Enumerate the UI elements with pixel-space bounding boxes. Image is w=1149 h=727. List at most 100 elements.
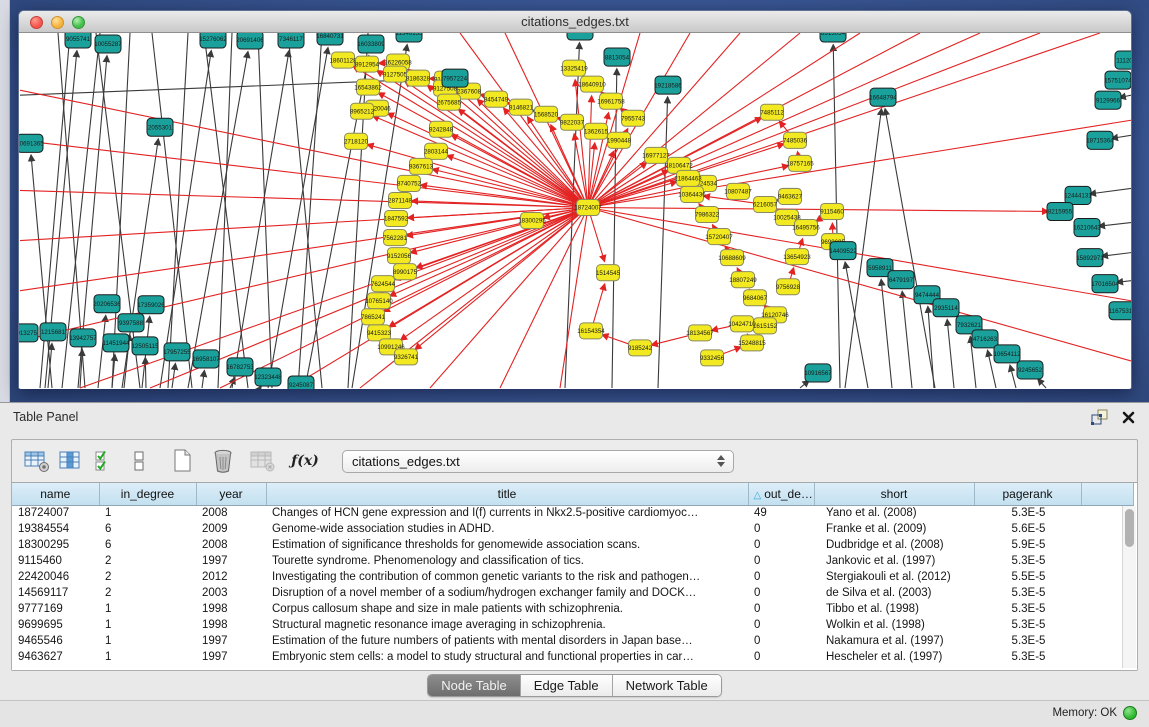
- cell-short[interactable]: Tibbo et al. (1998): [814, 601, 974, 617]
- cell-pagerank[interactable]: 5.3E-5: [974, 553, 1081, 569]
- graph-node-10364436[interactable]: 10364436: [678, 186, 706, 202]
- graph-node-6479197[interactable]: 6479197: [888, 271, 914, 289]
- cell-title[interactable]: Investigating the contribution of common…: [266, 569, 748, 585]
- graph-node-9127505[interactable]: 9127505: [383, 66, 408, 82]
- graph-node-17016504[interactable]: 17016504: [1091, 275, 1119, 293]
- cell-short[interactable]: Nakamura et al. (1997): [814, 633, 974, 649]
- graph-edge[interactable]: [1099, 223, 1131, 227]
- graph-node-16154354[interactable]: 16154354: [577, 323, 605, 339]
- graph-node-16977127[interactable]: 16977127: [642, 147, 670, 163]
- table-row[interactable]: 2242004622012Investigating the contribut…: [12, 569, 1133, 585]
- graph-node-9332456[interactable]: 9332456: [700, 350, 725, 366]
- graph-edge[interactable]: [1117, 281, 1131, 283]
- graph-edge[interactable]: [928, 307, 934, 388]
- graph-edge[interactable]: [31, 155, 52, 388]
- cell-in_degree[interactable]: 2: [99, 569, 196, 585]
- graph-node-15751074[interactable]: 15751074: [1104, 71, 1131, 89]
- cell-pagerank[interactable]: 5.5E-5: [974, 569, 1081, 585]
- graph-node-1215681[interactable]: 1215681: [40, 323, 66, 341]
- table-settings-icon[interactable]: [22, 447, 52, 475]
- graph-node-9055741[interactable]: 9055741: [65, 33, 91, 48]
- graph-node-1568520[interactable]: 1568520: [534, 106, 559, 122]
- cell-in_degree[interactable]: 1: [99, 601, 196, 617]
- cell-year[interactable]: 2008: [196, 505, 266, 521]
- show-columns-icon[interactable]: [56, 447, 86, 475]
- graph-node-11675311[interactable]: 11675311: [1109, 302, 1131, 320]
- cell-out_de…[interactable]: 0: [748, 537, 814, 553]
- graph-node-19218586[interactable]: 19218586: [654, 76, 682, 94]
- graph-node-17957255[interactable]: 17957255: [163, 343, 191, 361]
- graph-node-8813054[interactable]: 8813054: [604, 48, 630, 66]
- cell-year[interactable]: 2003: [196, 585, 266, 601]
- table-row[interactable]: 911546021997Tourette syndrome. Phenomeno…: [12, 553, 1133, 569]
- graph-edge[interactable]: [20, 207, 588, 240]
- cell-short[interactable]: Jankovic et al. (1997): [814, 553, 974, 569]
- graph-node-8572301[interactable]: 8572301: [567, 33, 593, 40]
- cell-in_degree[interactable]: 1: [99, 633, 196, 649]
- cell-name[interactable]: 9463627: [12, 649, 99, 665]
- cell-title[interactable]: Estimation of significance thresholds fo…: [266, 537, 748, 553]
- graph-node-7957224[interactable]: 7957224: [442, 69, 468, 87]
- column-header-in_degree[interactable]: in_degree: [99, 483, 196, 505]
- cell-year[interactable]: 1998: [196, 617, 266, 633]
- graph-node-16495756[interactable]: 16495756: [792, 220, 820, 236]
- graph-node-12505115[interactable]: 12505115: [131, 337, 159, 355]
- select-all-icon[interactable]: [90, 447, 120, 475]
- cell-in_degree[interactable]: 1: [99, 649, 196, 665]
- graph-node-13325419[interactable]: 13325419: [560, 60, 588, 76]
- graph-node-21864463[interactable]: 21864463: [674, 170, 702, 186]
- cell-short[interactable]: Yano et al. (2008): [814, 505, 974, 521]
- graph-node-10765140[interactable]: 10765140: [365, 293, 393, 309]
- graph-node-18300295[interactable]: 18300295: [518, 213, 546, 229]
- cell-pagerank[interactable]: 5.3E-5: [974, 649, 1081, 665]
- cell-short[interactable]: Franke et al. (2009): [814, 521, 974, 537]
- graph-node-20691406[interactable]: 20691406: [236, 33, 264, 49]
- graph-node-11546155[interactable]: 11546155: [395, 33, 423, 42]
- cell-short[interactable]: de Silva et al. (2003): [814, 585, 974, 601]
- float-window-icon[interactable]: [1091, 409, 1108, 430]
- table-row[interactable]: 1872400712008Changes of HCN gene express…: [12, 505, 1133, 521]
- cell-year[interactable]: 1997: [196, 633, 266, 649]
- graph-node-16648794[interactable]: 16648794: [869, 88, 897, 106]
- graph-edge[interactable]: [881, 280, 892, 388]
- graph-edge[interactable]: [288, 33, 322, 388]
- cell-title[interactable]: Disruption of a novel member of a sodium…: [266, 585, 748, 601]
- cell-title[interactable]: Corpus callosum shape and size in male p…: [266, 601, 748, 617]
- delete-column-icon[interactable]: [208, 447, 238, 475]
- graph-node-12444131[interactable]: 12444131: [1064, 186, 1092, 204]
- cell-out_de…[interactable]: 0: [748, 521, 814, 537]
- graph-node-2718120[interactable]: 2718120: [344, 133, 369, 149]
- graph-node-10916567[interactable]: 10916567: [804, 364, 832, 382]
- graph-node-2871148[interactable]: 2871148: [388, 192, 412, 208]
- graph-node-9463627[interactable]: 9463627: [778, 188, 803, 204]
- graph-node-18724007[interactable]: 18724007: [574, 199, 602, 215]
- graph-edge[interactable]: [260, 387, 261, 388]
- graph-node-2055301[interactable]: 2055301: [147, 118, 173, 136]
- close-panel-icon[interactable]: [1122, 411, 1135, 429]
- cell-name[interactable]: 14569117: [12, 585, 99, 601]
- cell-out_de…[interactable]: 0: [748, 633, 814, 649]
- graph-node-9822037[interactable]: 9822037: [560, 114, 585, 130]
- graph-node-7624544[interactable]: 7624544: [371, 276, 396, 292]
- graph-node-6216057[interactable]: 6216057: [753, 196, 778, 212]
- cell-title[interactable]: Estimation of the future numbers of pati…: [266, 633, 748, 649]
- cell-in_degree[interactable]: 2: [99, 585, 196, 601]
- table-row[interactable]: 1938455462009Genome-wide association stu…: [12, 521, 1133, 537]
- graph-edge[interactable]: [1112, 135, 1131, 138]
- graph-node-18134567[interactable]: 18134567: [686, 325, 714, 341]
- graph-edge[interactable]: [612, 69, 617, 388]
- delete-table-icon[interactable]: [248, 447, 278, 475]
- tab-network-table[interactable]: Network Table: [613, 675, 721, 696]
- graph-node-16961758[interactable]: 16961758: [597, 93, 625, 109]
- graph-node-9185242[interactable]: 9185242: [628, 340, 653, 356]
- cell-name[interactable]: 9465546: [12, 633, 99, 649]
- column-header-filler[interactable]: [1081, 483, 1133, 505]
- graph-node-2935114[interactable]: 2935114: [933, 299, 959, 317]
- graph-node-16840731[interactable]: 16840731: [316, 33, 344, 45]
- tab-node-table[interactable]: Node Table: [428, 675, 521, 696]
- graph-node-13654923[interactable]: 13654923: [783, 249, 811, 265]
- graph-node-14409522[interactable]: 14409522: [829, 242, 857, 260]
- graph-node-15248815[interactable]: 15248815: [738, 335, 766, 351]
- graph-node-8965212[interactable]: 8965212: [350, 103, 375, 119]
- cell-year[interactable]: 2009: [196, 521, 266, 537]
